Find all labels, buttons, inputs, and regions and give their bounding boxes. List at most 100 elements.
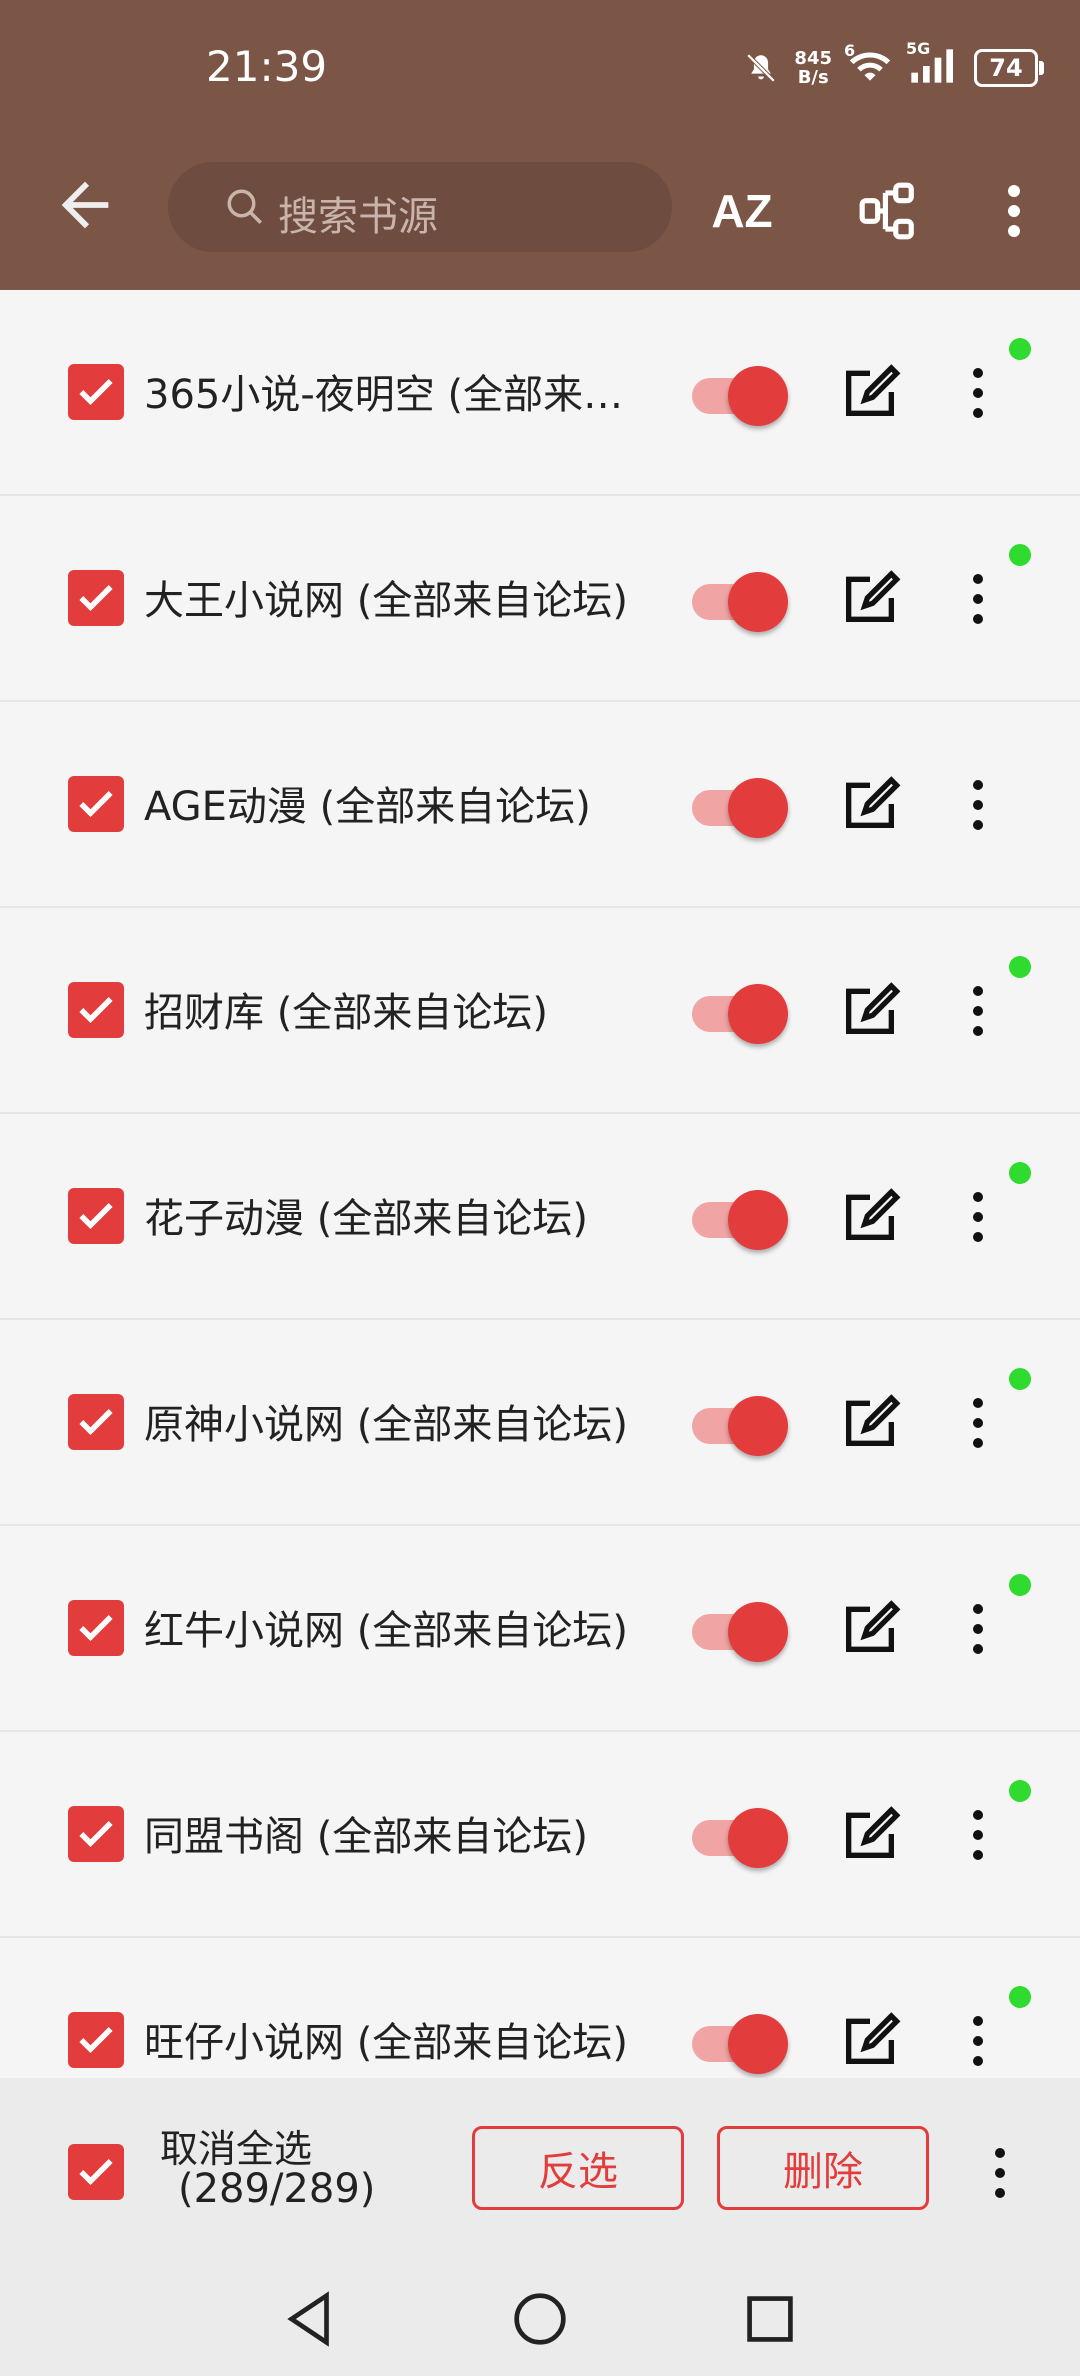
source-name: 大王小说网 (全部来自论坛) xyxy=(144,578,628,624)
item-more-button[interactable] xyxy=(948,770,1008,840)
check-icon xyxy=(79,585,113,612)
status-dot xyxy=(1009,1986,1031,2008)
edit-icon[interactable] xyxy=(838,1184,902,1248)
check-icon xyxy=(79,1203,113,1230)
status-dot xyxy=(1009,1162,1031,1184)
item-more-button[interactable] xyxy=(948,358,1008,428)
enable-switch[interactable] xyxy=(690,2014,788,2074)
edit-icon[interactable] xyxy=(838,2008,902,2072)
edit-icon[interactable] xyxy=(838,360,902,424)
edit-icon[interactable] xyxy=(838,772,902,836)
list-item[interactable]: 招财库 (全部来自论坛) xyxy=(0,908,1080,1114)
check-icon xyxy=(79,1615,113,1642)
sort-button[interactable]: AZ xyxy=(706,175,778,247)
list-item[interactable]: 同盟书阁 (全部来自论坛) xyxy=(0,1732,1080,1938)
item-checkbox[interactable] xyxy=(68,776,124,832)
select-all-label: 取消全选 xyxy=(160,2127,313,2171)
source-name: 旺仔小说网 (全部来自论坛) xyxy=(144,2020,628,2066)
net-speed: 845 B/s xyxy=(794,48,832,88)
search-icon xyxy=(227,189,262,224)
item-more-button[interactable] xyxy=(948,976,1008,1046)
enable-switch[interactable] xyxy=(690,778,788,838)
selection-more-button[interactable] xyxy=(970,2138,1030,2208)
item-more-button[interactable] xyxy=(948,2006,1008,2076)
source-name: 365小说-夜明空 (全部来自论坛) xyxy=(144,372,654,418)
system-nav-bar xyxy=(0,2264,1080,2376)
overflow-menu-button[interactable] xyxy=(978,175,1050,247)
back-button[interactable] xyxy=(50,170,120,240)
list-item[interactable]: 红牛小说网 (全部来自论坛) xyxy=(0,1526,1080,1732)
group-icon xyxy=(859,182,914,240)
check-icon xyxy=(79,997,113,1024)
selection-count: (289/289) xyxy=(178,2166,376,2212)
mute-icon xyxy=(747,53,776,83)
wifi-icon: 6 xyxy=(844,41,892,87)
back-arrow-icon xyxy=(61,181,109,229)
search-input[interactable]: 搜索书源 xyxy=(168,162,672,252)
edit-icon[interactable] xyxy=(838,1596,902,1660)
item-more-button[interactable] xyxy=(948,564,1008,634)
check-icon xyxy=(79,791,113,818)
nav-back-icon[interactable] xyxy=(274,2284,344,2354)
sort-az-icon: AZ xyxy=(711,185,773,237)
item-more-button[interactable] xyxy=(948,1182,1008,1252)
edit-icon[interactable] xyxy=(838,1390,902,1454)
enable-switch[interactable] xyxy=(690,1808,788,1868)
item-checkbox[interactable] xyxy=(68,1188,124,1244)
list-item[interactable]: 花子动漫 (全部来自论坛) xyxy=(0,1114,1080,1320)
source-name: 花子动漫 (全部来自论坛) xyxy=(144,1196,588,1242)
enable-switch[interactable] xyxy=(690,366,788,426)
source-list: 365小说-夜明空 (全部来自论坛) 大王小说网 (全部来自论坛) AGE动漫 … xyxy=(0,290,1080,2144)
list-item[interactable]: 原神小说网 (全部来自论坛) xyxy=(0,1320,1080,1526)
select-all-checkbox[interactable] xyxy=(68,2144,124,2200)
delete-button[interactable]: 删除 xyxy=(717,2126,929,2210)
enable-switch[interactable] xyxy=(690,1602,788,1662)
edit-icon[interactable] xyxy=(838,978,902,1042)
status-icons: 845 B/s 6 5G 74 xyxy=(744,39,1044,92)
status-dot xyxy=(1009,1368,1031,1390)
source-name: 招财库 (全部来自论坛) xyxy=(144,990,548,1036)
battery-icon: 74 xyxy=(974,49,1044,87)
item-more-button[interactable] xyxy=(948,1800,1008,1870)
group-button[interactable] xyxy=(852,175,924,247)
item-checkbox[interactable] xyxy=(68,364,124,420)
status-dot xyxy=(1009,956,1031,978)
edit-icon[interactable] xyxy=(838,566,902,630)
list-item[interactable]: 365小说-夜明空 (全部来自论坛) xyxy=(0,290,1080,496)
check-icon xyxy=(79,379,113,406)
item-checkbox[interactable] xyxy=(68,1600,124,1656)
item-checkbox[interactable] xyxy=(68,1806,124,1862)
check-icon xyxy=(79,1821,113,1848)
check-icon xyxy=(79,2027,113,2054)
item-checkbox[interactable] xyxy=(68,1394,124,1450)
enable-switch[interactable] xyxy=(690,572,788,632)
status-dot xyxy=(1009,1780,1031,1802)
item-checkbox[interactable] xyxy=(68,982,124,1038)
status-dot xyxy=(1009,1574,1031,1596)
overflow-menu-icon xyxy=(1008,185,1020,237)
item-checkbox[interactable] xyxy=(68,570,124,626)
source-name: 同盟书阁 (全部来自论坛) xyxy=(144,1814,588,1860)
check-icon xyxy=(79,1409,113,1436)
invert-selection-button[interactable]: 反选 xyxy=(472,2126,684,2210)
enable-switch[interactable] xyxy=(690,1190,788,1250)
source-name: AGE动漫 (全部来自论坛) xyxy=(144,784,591,830)
source-name: 原神小说网 (全部来自论坛) xyxy=(144,1402,628,1448)
selection-bar: 取消全选 (289/289) 反选 删除 xyxy=(0,2078,1080,2264)
status-time: 21:39 xyxy=(206,42,328,91)
item-checkbox[interactable] xyxy=(68,2012,124,2068)
app-bar: 21:39 845 B/s 6 5G 74 搜索书源 AZ xyxy=(0,0,1080,290)
list-item[interactable]: AGE动漫 (全部来自论坛) xyxy=(0,702,1080,908)
list-item[interactable]: 大王小说网 (全部来自论坛) xyxy=(0,496,1080,702)
signal-icon: 5G xyxy=(906,39,958,87)
item-more-button[interactable] xyxy=(948,1594,1008,1664)
edit-icon[interactable] xyxy=(838,1802,902,1866)
nav-home-icon[interactable] xyxy=(505,2284,575,2354)
item-more-button[interactable] xyxy=(948,1388,1008,1458)
status-dot xyxy=(1009,544,1031,566)
source-name: 红牛小说网 (全部来自论坛) xyxy=(144,1608,628,1654)
nav-recents-icon[interactable] xyxy=(735,2284,805,2354)
check-icon xyxy=(79,2159,113,2186)
enable-switch[interactable] xyxy=(690,1396,788,1456)
enable-switch[interactable] xyxy=(690,984,788,1044)
